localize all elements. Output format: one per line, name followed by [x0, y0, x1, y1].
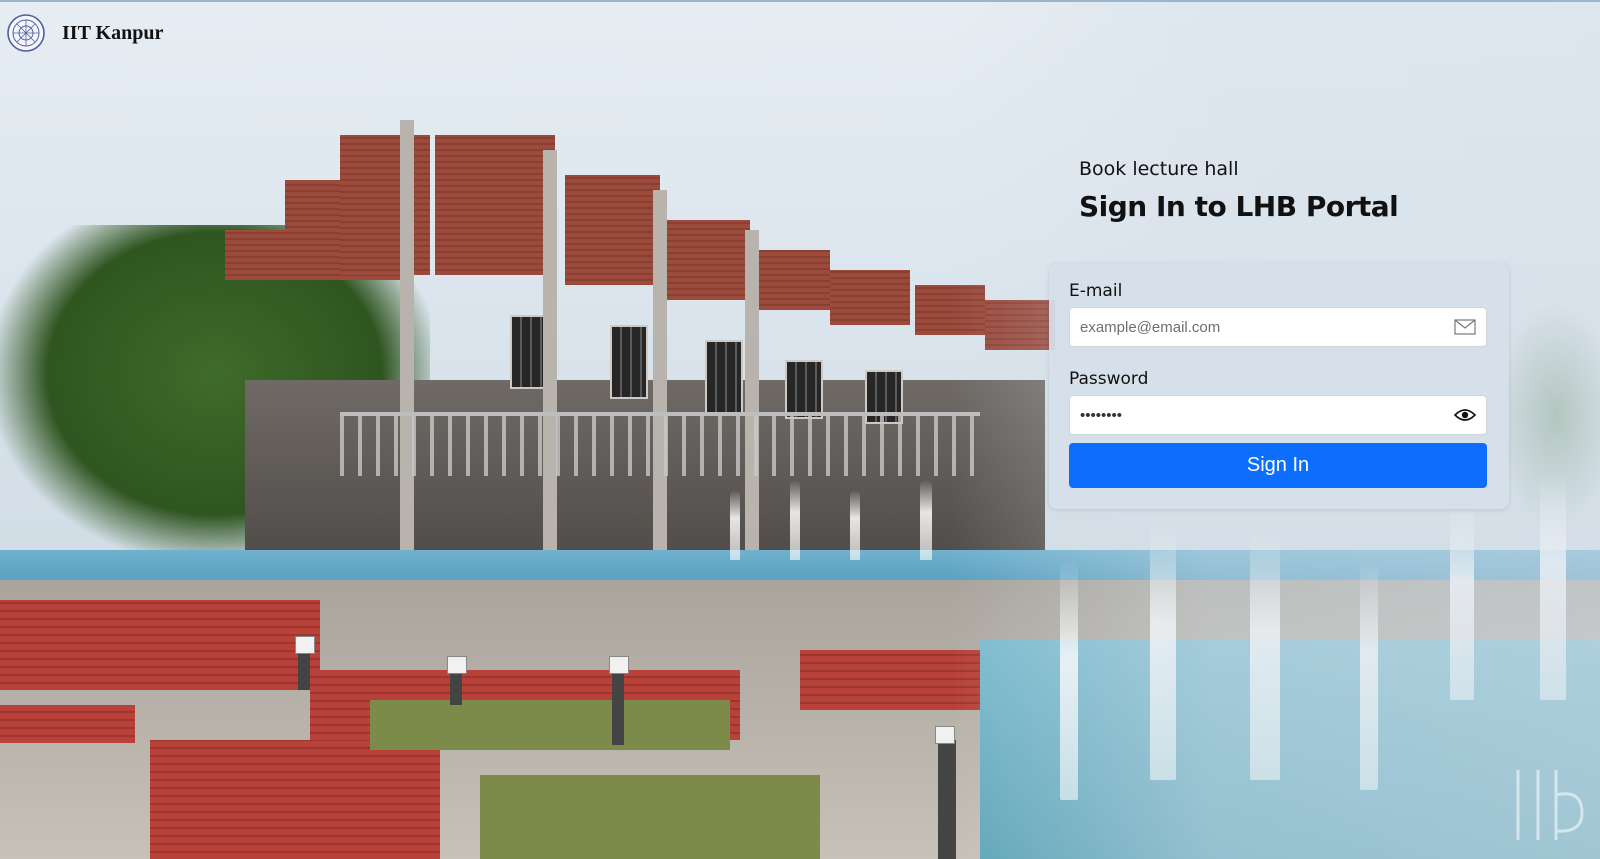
brand-name[interactable]: IIT Kanpur — [62, 22, 163, 45]
fountain-spray — [790, 480, 800, 560]
building-window — [785, 360, 823, 419]
page-title: Sign In to LHB Portal — [1079, 190, 1399, 223]
email-label: E-mail — [1069, 281, 1123, 301]
password-field[interactable] — [1070, 396, 1486, 434]
site-header: IIT Kanpur — [0, 0, 1600, 64]
building-pillar — [745, 230, 759, 570]
fountain-spray — [730, 490, 740, 560]
brick-facade — [830, 270, 910, 325]
login-form: E-mail Password Sign In — [1049, 263, 1509, 509]
password-field-wrapper — [1069, 395, 1487, 435]
brick-planter — [0, 600, 320, 690]
garden-lamp — [609, 656, 629, 745]
brick-facade — [755, 250, 830, 310]
brick-facade — [565, 175, 660, 285]
brick-facade — [665, 220, 750, 300]
eye-icon[interactable] — [1454, 407, 1476, 423]
fountain-spray — [920, 480, 932, 560]
page-subtitle: Book lecture hall — [1079, 158, 1239, 180]
brick-facade — [435, 135, 555, 275]
garden-lamp — [295, 636, 315, 690]
lawn — [480, 775, 820, 859]
photographer-watermark-icon — [1516, 770, 1584, 840]
library-building — [225, 120, 1065, 570]
password-label: Password — [1069, 369, 1149, 389]
mail-icon — [1454, 319, 1476, 335]
building-pillar — [543, 150, 557, 570]
lawn — [370, 700, 730, 750]
pergola — [340, 412, 980, 476]
iitk-emblem-icon[interactable] — [6, 13, 46, 53]
email-field[interactable] — [1070, 308, 1486, 346]
building-window — [705, 340, 743, 414]
fountain-spray — [850, 490, 860, 560]
brick-facade — [225, 230, 285, 280]
building-window — [610, 325, 648, 399]
garden-lamp — [447, 656, 467, 705]
sign-in-button[interactable]: Sign In — [1069, 443, 1487, 488]
login-heading: Book lecture hall Sign In to LHB Portal — [1079, 158, 1399, 223]
brick-facade — [340, 135, 430, 275]
building-pillar — [400, 120, 414, 570]
building-pillar — [653, 190, 667, 570]
brick-planter — [0, 705, 135, 743]
brick-planter — [150, 740, 440, 859]
email-field-wrapper — [1069, 307, 1487, 347]
